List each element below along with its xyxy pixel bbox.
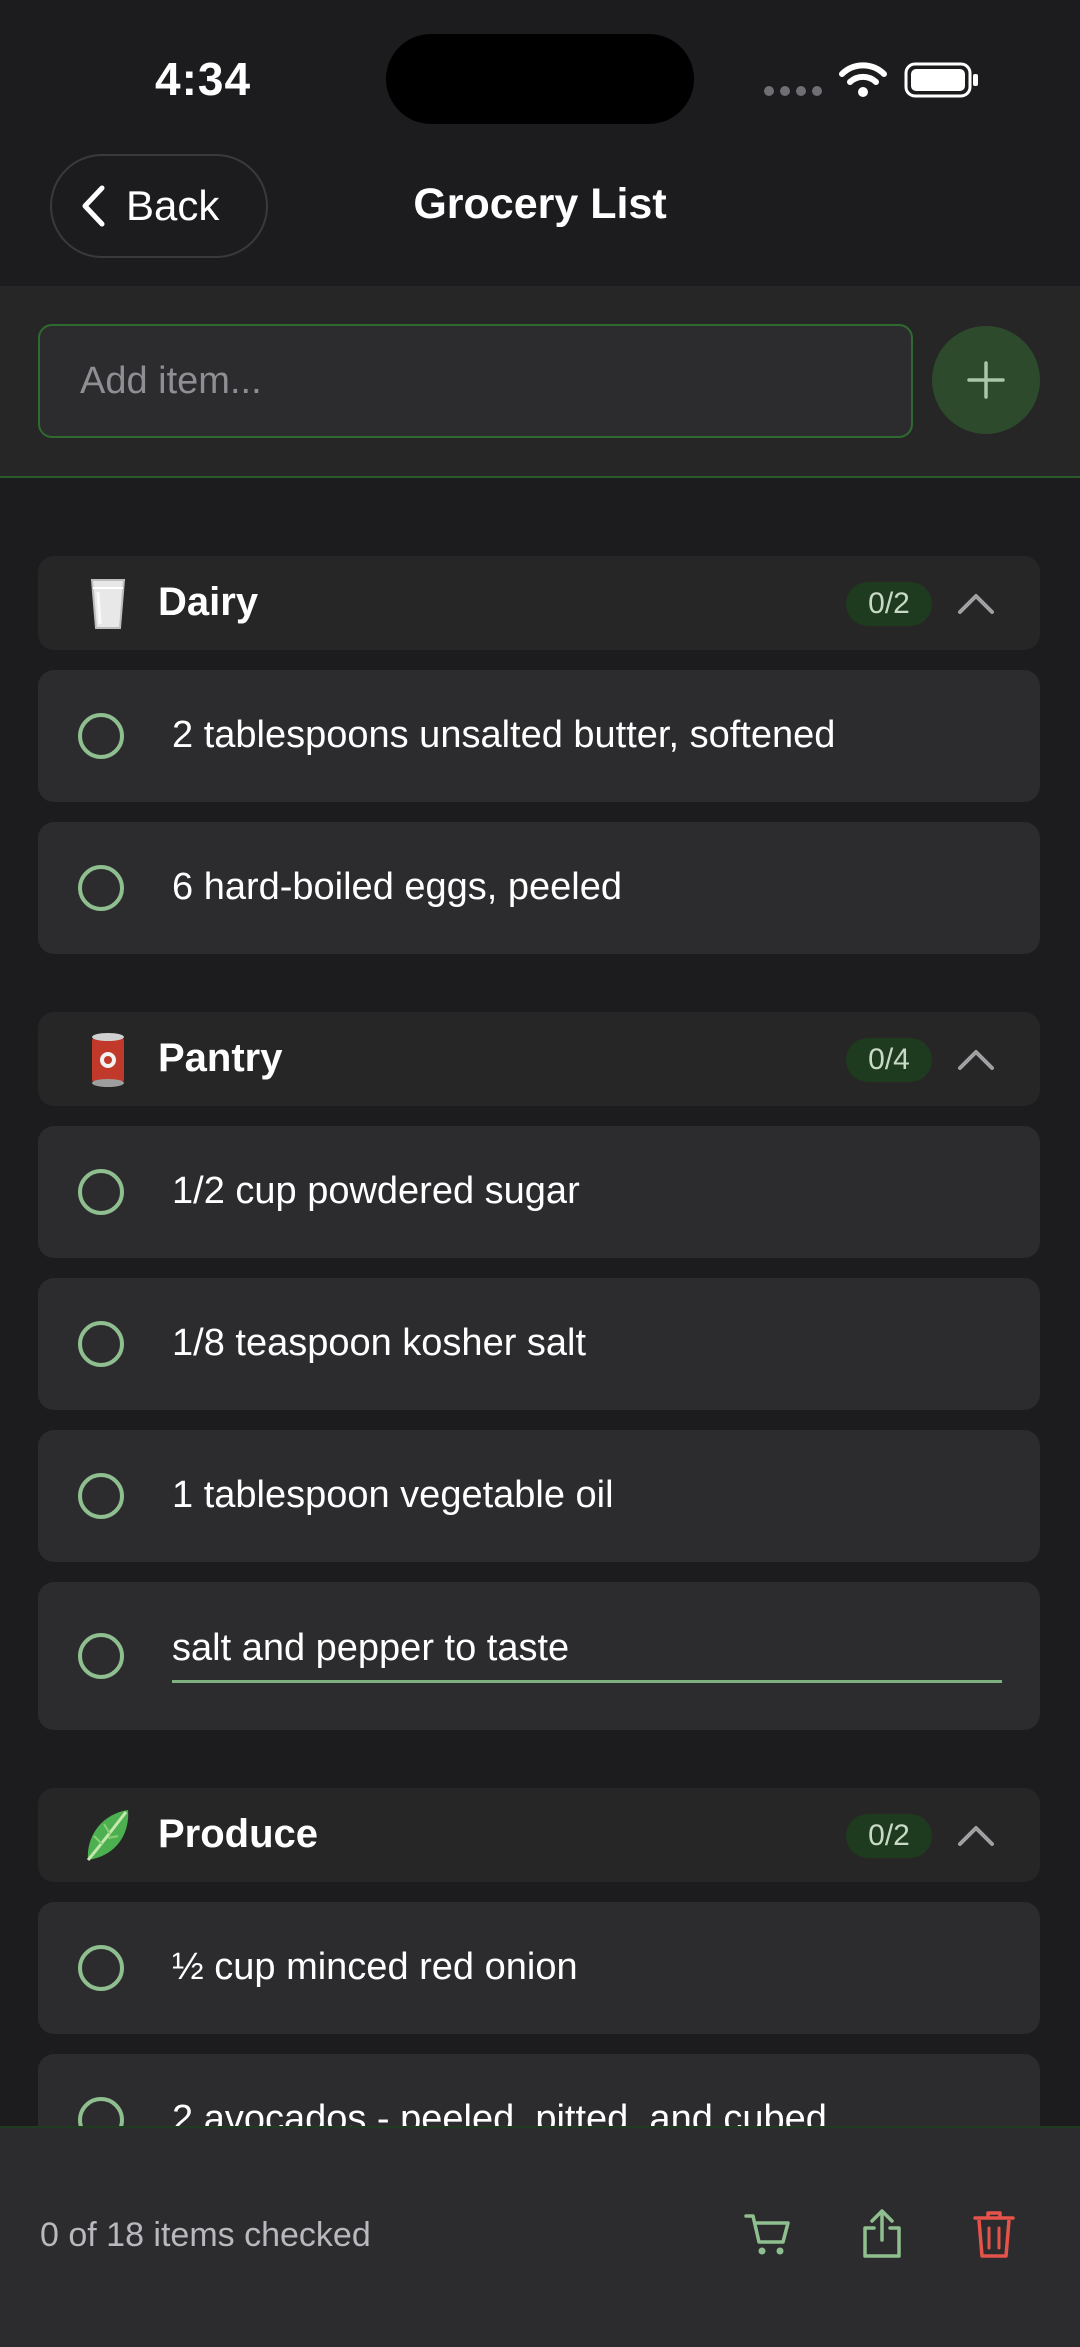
page-title: Grocery List — [413, 180, 667, 228]
add-item-bar — [0, 286, 1080, 478]
status-bar: 4:34 — [0, 0, 1080, 150]
category-name: Pantry — [158, 1036, 283, 1080]
list-item[interactable]: 1/2 cup powdered sugar — [38, 1126, 1040, 1258]
item-text: 6 hard-boiled eggs, peeled — [172, 866, 623, 908]
cellular-signal-icon — [764, 86, 828, 104]
chevron-up-icon[interactable] — [956, 1820, 996, 1850]
checkbox-circle[interactable] — [78, 1945, 124, 1991]
add-item-button[interactable] — [932, 326, 1040, 434]
shopping-cart-icon — [744, 2214, 790, 2255]
checkbox-circle[interactable] — [78, 2097, 124, 2126]
wifi-icon — [839, 62, 887, 97]
footer-toolbar: 0 of 18 items checked — [0, 2126, 1080, 2347]
category-count-badge: 0/2 — [846, 1814, 932, 1858]
checked-count-status: 0 of 18 items checked — [40, 2216, 371, 2254]
checkbox-circle[interactable] — [78, 713, 124, 759]
item-text: 2 avocados - peeled, pitted, and cubed — [172, 2098, 827, 2126]
leafy-green-icon — [86, 1810, 129, 1861]
status-time: 4:34 — [155, 53, 252, 105]
category-header-pantry[interactable]: Pantry 0/4 — [38, 1012, 1040, 1106]
list-item[interactable]: 1/8 teaspoon kosher salt — [38, 1278, 1040, 1410]
checkbox-circle[interactable] — [78, 1321, 124, 1367]
list-item[interactable]: 6 hard-boiled eggs, peeled — [38, 822, 1040, 954]
chevron-up-icon[interactable] — [956, 588, 996, 618]
checkbox-circle[interactable] — [78, 1169, 124, 1215]
plus-icon — [967, 361, 1005, 399]
dynamic-island — [386, 34, 694, 124]
add-item-input[interactable] — [38, 324, 913, 438]
list-item[interactable]: 1 tablespoon vegetable oil — [38, 1430, 1040, 1562]
category-header-dairy[interactable]: Dairy 0/2 — [38, 556, 1040, 650]
trash-icon — [973, 2211, 1015, 2258]
item-text: 1/2 cup powdered sugar — [172, 1170, 580, 1212]
checkbox-circle[interactable] — [78, 865, 124, 911]
delete-button[interactable] — [954, 2194, 1034, 2274]
item-edit-input[interactable] — [172, 1616, 1002, 1683]
canned-food-icon — [92, 1033, 124, 1087]
item-text: 2 tablespoons unsalted butter, softened — [172, 714, 836, 756]
category-name: Produce — [158, 1812, 319, 1856]
checkbox-circle[interactable] — [78, 1633, 124, 1679]
category-count-badge: 0/4 — [846, 1038, 932, 1082]
chevron-up-icon[interactable] — [956, 1044, 996, 1074]
milk-glass-icon — [90, 579, 126, 629]
list-item[interactable]: 2 tablespoons unsalted butter, softened — [38, 670, 1040, 802]
list-item[interactable]: 2 avocados - peeled, pitted, and cubed — [38, 2054, 1040, 2126]
item-text: 1 tablespoon vegetable oil — [172, 1474, 614, 1516]
share-button[interactable] — [842, 2194, 922, 2274]
item-text: 1/8 teaspoon kosher salt — [172, 1322, 587, 1364]
shopping-cart-button[interactable] — [728, 2194, 808, 2274]
category-count-badge: 0/2 — [846, 582, 932, 626]
navigation-bar: Back Grocery List — [0, 150, 1080, 286]
category-header-produce[interactable]: Produce 0/2 — [38, 1788, 1040, 1882]
grocery-list: Dairy 0/2 2 tablespoons unsalted butter,… — [0, 478, 1080, 2126]
list-item[interactable]: ½ cup minced red onion — [38, 1902, 1040, 2034]
checkbox-circle[interactable] — [78, 1473, 124, 1519]
share-icon — [863, 2209, 901, 2258]
category-name: Dairy — [158, 580, 259, 624]
list-item-editing[interactable] — [38, 1582, 1040, 1730]
item-text: ½ cup minced red onion — [172, 1946, 578, 1988]
battery-icon — [904, 62, 978, 98]
